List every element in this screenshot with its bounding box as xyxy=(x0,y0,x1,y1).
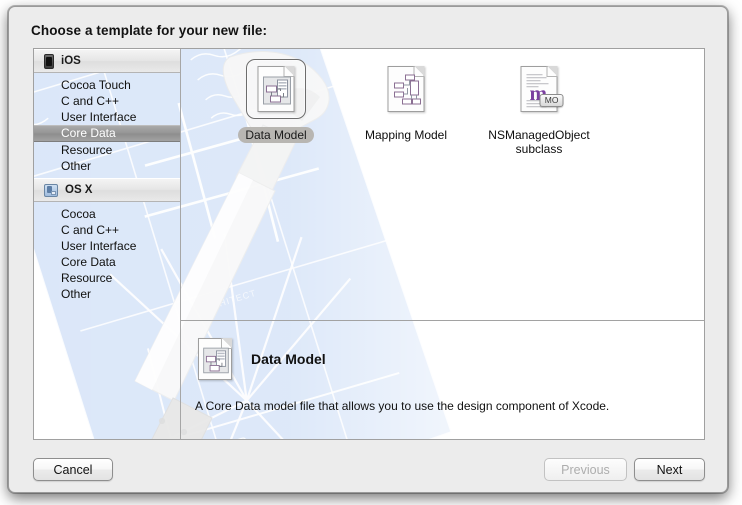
managed-object-badge: MO xyxy=(539,94,564,107)
description-title: Data Model xyxy=(251,351,326,367)
cancel-button[interactable]: Cancel xyxy=(33,458,113,481)
template-chooser-content: iOS Cocoa Touch C and C++ User Interface… xyxy=(33,48,705,440)
managed-object-document-icon: m MO xyxy=(520,66,564,112)
new-file-template-dialog: Choose a template for your new file: iOS… xyxy=(8,6,728,493)
template-item-nsmanagedobject-subclass[interactable]: m MO NSManagedObject subclass xyxy=(479,59,599,158)
description-divider xyxy=(181,320,704,321)
description-icon-wrap xyxy=(195,335,235,383)
sidebar-item-ios-c-and-cpp[interactable]: C and C++ xyxy=(34,93,180,109)
data-model-document-icon xyxy=(257,66,295,112)
template-label-mapping-model: Mapping Model xyxy=(364,128,448,142)
sidebar-item-ios-other[interactable]: Other xyxy=(34,158,180,174)
previous-button[interactable]: Previous xyxy=(544,458,627,481)
next-button[interactable]: Next xyxy=(634,458,705,481)
template-icon-box: m MO xyxy=(509,59,569,119)
sidebar-item-osx-cocoa[interactable]: Cocoa xyxy=(34,206,180,222)
mac-display-icon xyxy=(44,183,58,197)
template-label-nsmanagedobject-subclass: NSManagedObject subclass xyxy=(488,128,590,156)
sidebar-item-osx-c-and-cpp[interactable]: C and C++ xyxy=(34,222,180,238)
dialog-title: Choose a template for your new file: xyxy=(31,23,268,38)
sidebar-item-ios-resource[interactable]: Resource xyxy=(34,142,180,158)
platform-category-sidebar[interactable]: iOS Cocoa Touch C and C++ User Interface… xyxy=(34,49,181,439)
sidebar-item-osx-core-data[interactable]: Core Data xyxy=(34,254,180,270)
sidebar-group-label-osx: OS X xyxy=(65,184,93,196)
mapping-model-document-icon xyxy=(387,66,425,112)
data-model-document-icon xyxy=(198,338,232,380)
template-label-data-model: Data Model xyxy=(238,127,314,143)
template-icon-box xyxy=(246,59,306,119)
sidebar-group-header-ios: iOS xyxy=(34,49,180,73)
template-description-pane: Data Model A Core Data model file that a… xyxy=(181,321,704,439)
iphone-icon xyxy=(44,53,54,69)
sidebar-group-label-ios: iOS xyxy=(61,55,81,67)
sidebar-item-ios-cocoa-touch[interactable]: Cocoa Touch xyxy=(34,77,180,93)
sidebar-item-ios-core-data[interactable]: Core Data xyxy=(34,125,180,142)
sidebar-item-osx-user-interface[interactable]: User Interface xyxy=(34,238,180,254)
template-item-data-model[interactable]: Data Model xyxy=(216,59,336,144)
template-item-mapping-model[interactable]: Mapping Model xyxy=(346,59,466,144)
template-icon-box xyxy=(376,59,436,119)
sidebar-item-osx-other[interactable]: Other xyxy=(34,286,180,302)
description-text: A Core Data model file that allows you t… xyxy=(195,399,610,413)
sidebar-item-ios-user-interface[interactable]: User Interface xyxy=(34,109,180,125)
sidebar-group-header-osx: OS X xyxy=(34,178,180,202)
sidebar-item-osx-resource[interactable]: Resource xyxy=(34,270,180,286)
